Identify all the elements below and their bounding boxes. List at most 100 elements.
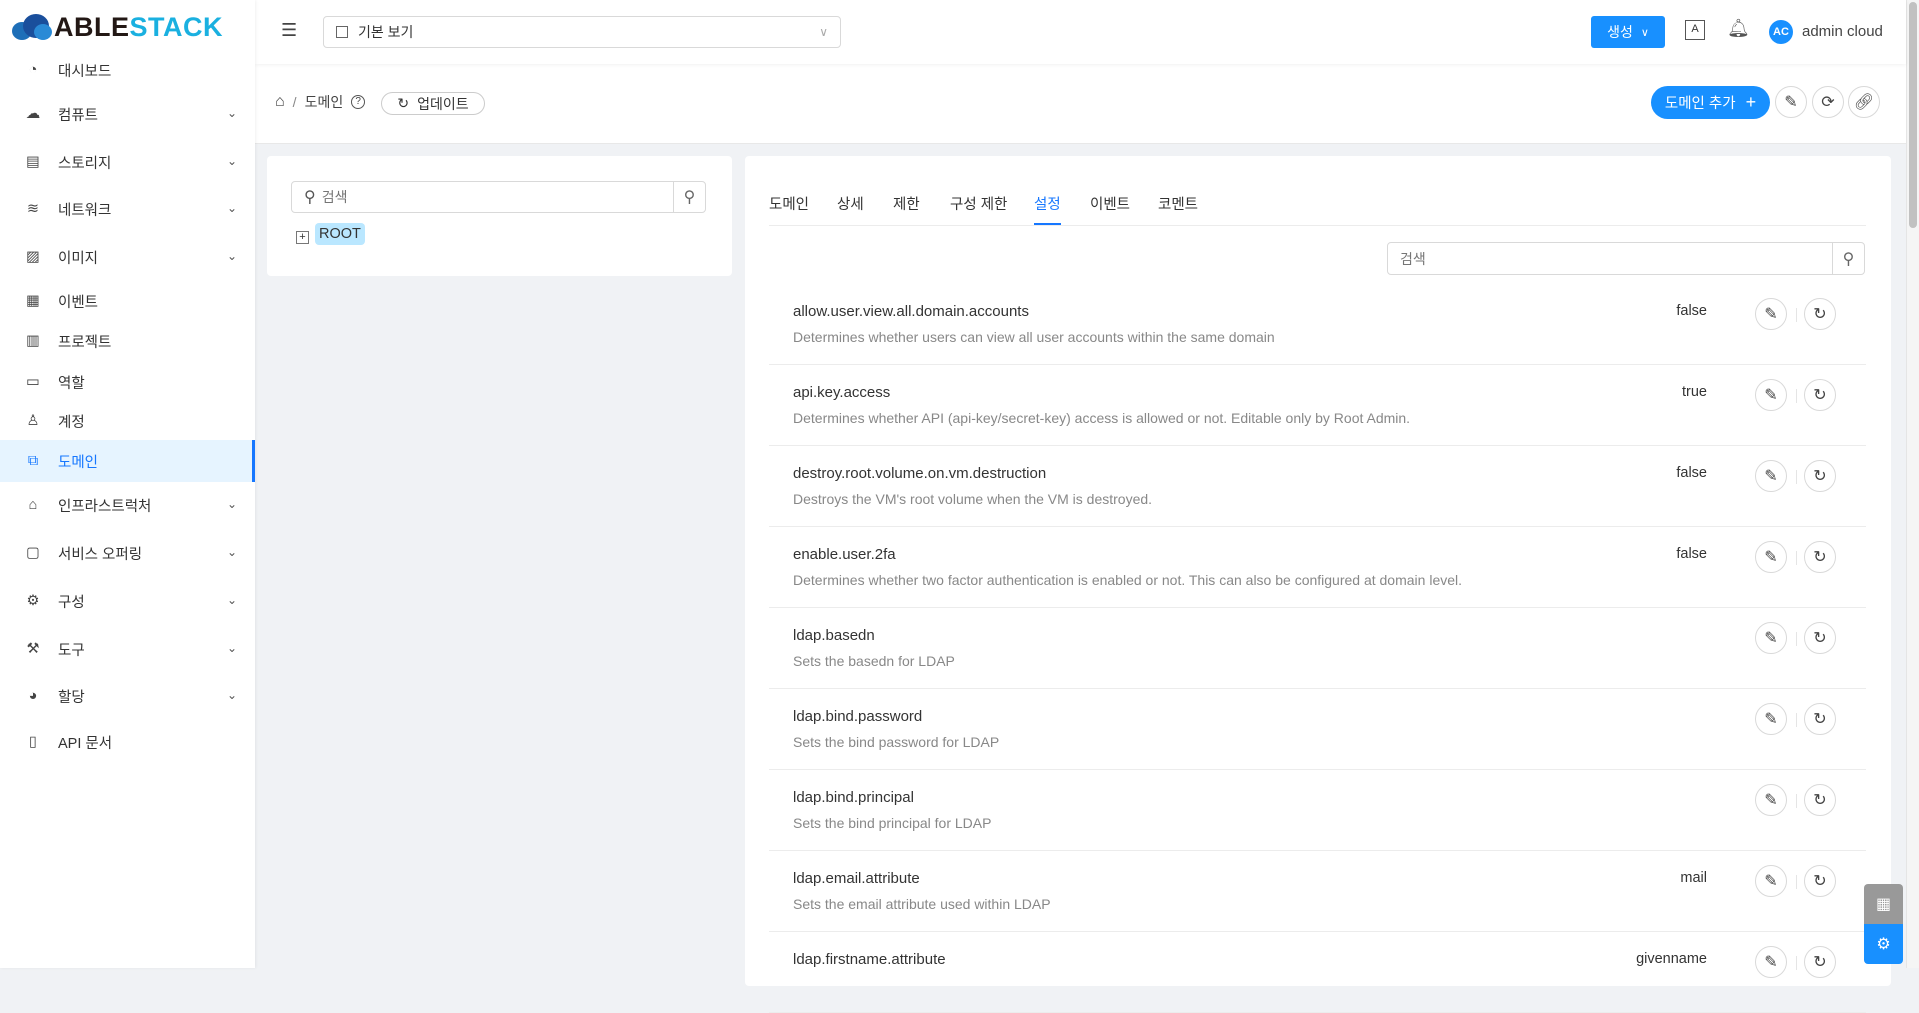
reload-icon: ↻ <box>1813 468 1827 485</box>
chevron-down-icon: ∨ <box>819 25 828 39</box>
settings-search[interactable]: ⚲ <box>1387 242 1865 275</box>
edit-setting-button[interactable]: ✎ <box>1755 622 1787 654</box>
reset-setting-button[interactable]: ↻ <box>1804 703 1836 735</box>
edit-setting-button[interactable]: ✎ <box>1755 946 1787 978</box>
dashboard-icon: ◔ <box>28 62 38 78</box>
sidebar-item[interactable]: ▨ 이미지 ⌄ <box>0 236 255 278</box>
sidebar-item-label: 컴퓨트 <box>58 107 99 124</box>
update-button[interactable]: ↻ 업데이트 <box>381 92 485 115</box>
cloud-logo-icon <box>12 14 52 40</box>
reset-setting-button[interactable]: ↻ <box>1804 865 1836 897</box>
setting-name: ldap.bind.principal <box>793 789 914 806</box>
reset-setting-button[interactable]: ↻ <box>1804 379 1836 411</box>
user-icon: ♙ <box>26 413 40 429</box>
tool-icon: ⚒ <box>26 641 40 657</box>
setting-description: Sets the bind principal for LDAP <box>793 815 992 831</box>
edit-icon: ✎ <box>1764 792 1778 809</box>
tab[interactable]: 코멘트 <box>1158 193 1198 214</box>
scrollbar[interactable] <box>1906 0 1919 968</box>
reset-setting-button[interactable]: ↻ <box>1804 622 1836 654</box>
reset-setting-button[interactable]: ↻ <box>1804 784 1836 816</box>
sidebar-item[interactable]: ⧉ 도메인 <box>0 440 255 482</box>
sidebar-item[interactable]: ▯ API 문서 <box>0 721 255 763</box>
chevron-down-icon: ⌄ <box>226 249 237 263</box>
sidebar-item[interactable]: ▦ 이벤트 <box>0 280 255 322</box>
setting-row: ldap.bind.principal Sets the bind princi… <box>769 770 1866 851</box>
tree-search-input[interactable] <box>321 189 673 205</box>
edit-setting-button[interactable]: ✎ <box>1755 865 1787 897</box>
create-button[interactable]: 생성 ∨ <box>1591 16 1665 48</box>
setting-description: Determines whether two factor authentica… <box>793 572 1463 588</box>
home-icon[interactable]: ⌂ <box>275 93 285 111</box>
edit-button[interactable]: ✎ <box>1775 86 1807 118</box>
edit-setting-button[interactable]: ✎ <box>1755 460 1787 492</box>
settings-float-button[interactable]: ⚙ <box>1864 924 1903 964</box>
tab-label: 구성 제한 <box>950 197 1008 213</box>
edit-setting-button[interactable]: ✎ <box>1755 784 1787 816</box>
sync-button[interactable]: ⟳ <box>1812 86 1844 118</box>
reload-icon: ↻ <box>1813 873 1827 890</box>
tab-label: 도메인 <box>769 197 810 213</box>
reset-setting-button[interactable]: ↻ <box>1804 298 1836 330</box>
tab[interactable]: 이벤트 <box>1090 193 1130 214</box>
link-button[interactable]: 🔗︎ <box>1848 86 1880 118</box>
sidebar-item-label: 할당 <box>58 689 85 706</box>
ablestack-logo[interactable]: ABLE STACK <box>10 12 223 42</box>
search-button[interactable]: ⚲ <box>673 182 705 212</box>
project-select[interactable]: 기본 보기 ∨ <box>323 16 841 48</box>
edit-icon: ✎ <box>1784 94 1798 111</box>
translate-icon[interactable]: A <box>1685 20 1705 40</box>
project-icon: ▥ <box>26 333 40 349</box>
edit-setting-button[interactable]: ✎ <box>1755 541 1787 573</box>
sidebar-item[interactable]: ⌂ 인프라스트럭처 ⌄ <box>0 484 255 526</box>
divider <box>1796 470 1797 484</box>
question-circle-icon[interactable]: ? <box>351 95 366 109</box>
edit-setting-button[interactable]: ✎ <box>1755 703 1787 735</box>
breadcrumb-current: 도메인 <box>304 94 344 110</box>
tab-label: 제한 <box>893 197 920 213</box>
tab[interactable]: 도메인 <box>769 193 809 214</box>
tree-search[interactable]: ⚲ ⚲ <box>291 181 706 213</box>
gear-icon: ⚙ <box>1876 936 1891 953</box>
reset-setting-button[interactable]: ↻ <box>1804 460 1836 492</box>
bell-icon[interactable]: 🔔︎ <box>1727 18 1750 39</box>
schedule-float-button[interactable]: ▦ <box>1864 884 1903 924</box>
edit-setting-button[interactable]: ✎ <box>1755 298 1787 330</box>
avatar[interactable]: AC <box>1769 20 1793 44</box>
user-name[interactable]: admin cloud <box>1802 23 1883 40</box>
sidebar-item[interactable]: ▢ 서비스 오퍼링 ⌄ <box>0 532 255 574</box>
sidebar-item-label: 역할 <box>58 375 85 392</box>
sidebar-item[interactable]: ▥ 프로젝트 <box>0 320 255 362</box>
sidebar-item[interactable]: ▤ 스토리지 ⌄ <box>0 141 255 183</box>
tab[interactable]: 상세 <box>837 193 864 214</box>
search-button[interactable]: ⚲ <box>1832 243 1864 274</box>
reset-setting-button[interactable]: ↻ <box>1804 946 1836 978</box>
sidebar-item[interactable]: ▭ 역할 <box>0 361 255 403</box>
divider <box>1796 713 1797 727</box>
menu-fold-icon[interactable]: ☰ <box>281 20 297 41</box>
sidebar-item-label: 스토리지 <box>58 155 112 172</box>
sidebar-item[interactable]: ≋ 네트워크 ⌄ <box>0 188 255 230</box>
tab[interactable]: 설정 <box>1034 193 1061 225</box>
sidebar-item[interactable]: ⚙ 구성 ⌄ <box>0 580 255 622</box>
sidebar-item[interactable]: ⚒ 도구 ⌄ <box>0 628 255 670</box>
sidebar-item[interactable]: ◕ 할당 ⌄ <box>0 675 255 717</box>
tab[interactable]: 구성 제한 <box>950 193 1007 214</box>
add-domain-button[interactable]: 도메인 추가 + <box>1651 86 1770 119</box>
sidebar-item-label: API 문서 <box>58 735 113 752</box>
sidebar-item[interactable]: ♙ 계정 <box>0 400 255 442</box>
tab-label: 설정 <box>1034 197 1061 213</box>
sidebar-item[interactable]: ◔ 대시보드 <box>0 49 255 91</box>
breadcrumb: ⌂ / 도메인 ? <box>275 92 366 112</box>
tabs-divider <box>769 225 1866 226</box>
tree-node-root[interactable]: ROOT <box>315 223 365 245</box>
read-icon: ▯ <box>29 734 37 750</box>
expand-icon[interactable]: + <box>296 231 309 244</box>
tab[interactable]: 제한 <box>893 193 920 214</box>
edit-setting-button[interactable]: ✎ <box>1755 379 1787 411</box>
settings-search-input[interactable] <box>1400 250 1832 267</box>
scrollbar-thumb[interactable] <box>1909 2 1917 228</box>
reset-setting-button[interactable]: ↻ <box>1804 541 1836 573</box>
sidebar-item[interactable]: ☁ 컴퓨트 ⌄ <box>0 93 255 135</box>
reload-icon: ↻ <box>1813 792 1827 809</box>
